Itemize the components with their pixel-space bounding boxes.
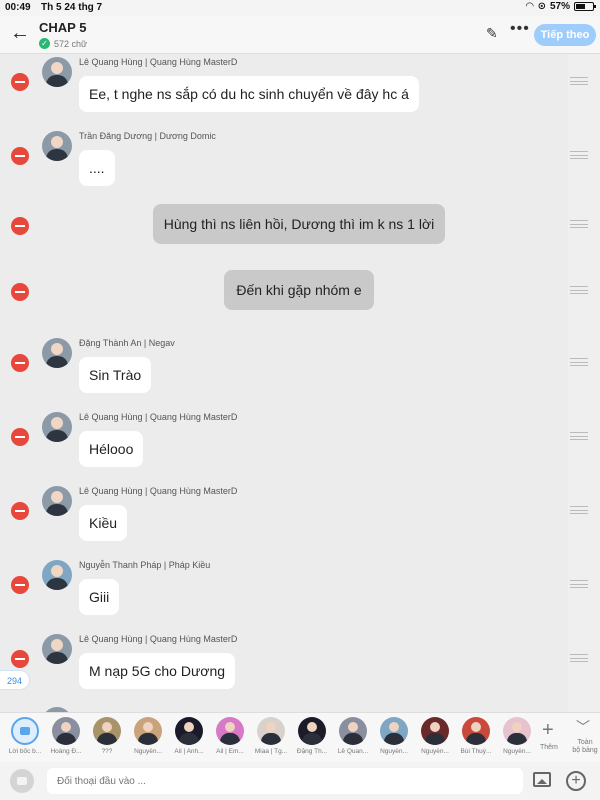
count-badge[interactable]: 294 bbox=[0, 670, 30, 690]
message-bubble[interactable]: Kiều bbox=[79, 505, 128, 541]
delete-icon[interactable] bbox=[11, 147, 29, 165]
character-item[interactable]: Nguyễn... bbox=[416, 717, 454, 755]
avatar[interactable] bbox=[42, 57, 72, 87]
delete-icon[interactable] bbox=[11, 428, 29, 446]
character-item[interactable]: Hoàng Đ... bbox=[47, 717, 85, 755]
character-name: Lê Quang Hùng | Quang Hùng MasterD bbox=[79, 57, 238, 67]
orientation-lock-icon: ⊙ bbox=[537, 1, 546, 12]
character-name: Đặng Thành An | Negav bbox=[79, 338, 175, 348]
character-item[interactable]: Lê Quan... bbox=[334, 717, 372, 755]
add-circle-icon[interactable]: + bbox=[566, 771, 586, 791]
all-characters-label[interactable]: Toàn bộ bảng bbox=[570, 739, 600, 755]
input-bar: + bbox=[0, 762, 600, 800]
wifi-icon: ◠ bbox=[525, 1, 534, 12]
character-narrator[interactable]: Lời bốc b... bbox=[6, 717, 44, 755]
chevron-down-icon[interactable]: ﹀ bbox=[576, 717, 590, 737]
battery-percent: 57% bbox=[549, 1, 570, 12]
character-bar: Lời bốc b... Hoàng Đ... ??? Nguyễn... Ai… bbox=[0, 712, 600, 762]
drag-handle-icon[interactable] bbox=[570, 286, 588, 294]
word-count-text: 572 chữ bbox=[54, 38, 88, 49]
character-name: Lê Quang Hùng | Quang Hùng MasterD bbox=[79, 634, 238, 644]
drag-handle-icon[interactable] bbox=[570, 654, 588, 662]
more-options-icon[interactable]: ••• bbox=[510, 20, 530, 38]
narration-bubble[interactable]: Đến khi gặp nhóm e bbox=[224, 270, 374, 310]
drag-handle-icon[interactable] bbox=[570, 220, 588, 228]
message-bubble[interactable]: Sin Trào bbox=[79, 357, 152, 393]
avatar[interactable] bbox=[42, 634, 72, 664]
character-name: Nguyễn Thanh Pháp | Pháp Kiều bbox=[79, 560, 211, 570]
drag-handle-icon[interactable] bbox=[570, 432, 588, 440]
battery-icon bbox=[574, 2, 596, 11]
delete-icon[interactable] bbox=[11, 576, 29, 594]
character-item[interactable]: Đặng Th... bbox=[293, 717, 331, 755]
add-character-icon[interactable]: + bbox=[542, 719, 554, 742]
word-count: ✓ 572 chữ bbox=[39, 38, 87, 49]
character-name: Trần Đăng Dương | Dương Domic bbox=[79, 131, 216, 141]
avatar[interactable] bbox=[42, 131, 72, 161]
dialogue-input[interactable] bbox=[47, 768, 523, 794]
avatar[interactable] bbox=[42, 412, 72, 442]
character-name: Lê Quang Hùng | Quang Hùng MasterD bbox=[79, 412, 238, 422]
chat-bubble-icon[interactable] bbox=[10, 769, 34, 793]
drag-handle-icon[interactable] bbox=[570, 506, 588, 514]
drag-handle-icon[interactable] bbox=[570, 358, 588, 366]
message-bubble[interactable]: .... bbox=[79, 150, 115, 186]
message-bubble[interactable]: Ee, t nghe ns sắp có du hc sinh chuyển v… bbox=[79, 76, 419, 112]
all-label-line1: Toàn bbox=[577, 739, 593, 746]
delete-icon[interactable] bbox=[11, 650, 29, 668]
all-label-line2: bộ bảng bbox=[572, 747, 598, 754]
check-icon: ✓ bbox=[39, 38, 50, 49]
edit-pen-icon[interactable]: ✎ bbox=[486, 25, 498, 42]
drag-handle-icon[interactable] bbox=[570, 580, 588, 588]
character-item[interactable]: Nguyễn... bbox=[129, 717, 167, 755]
character-item[interactable]: Ail | Em... bbox=[211, 717, 249, 755]
message-bubble[interactable]: Hélooo bbox=[79, 431, 144, 467]
status-bar: 00:49 Th 5 24 thg 7 ◠ ⊙ 57% bbox=[0, 0, 600, 16]
message-bubble[interactable]: M nạp 5G cho Dương bbox=[79, 653, 236, 689]
avatar[interactable] bbox=[42, 338, 72, 368]
narration-bubble[interactable]: Hùng thì ns liên hồi, Dương thì im k ns … bbox=[153, 204, 445, 244]
status-time: 00:49 bbox=[5, 2, 31, 13]
character-item[interactable]: Bùi Thuỳ... bbox=[457, 717, 495, 755]
drag-handle-icon[interactable] bbox=[570, 77, 588, 85]
delete-icon[interactable] bbox=[11, 502, 29, 520]
delete-icon[interactable] bbox=[11, 73, 29, 91]
message-list[interactable]: Lê Quang Hùng | Quang Hùng MasterD Ee, t… bbox=[0, 55, 600, 712]
character-item[interactable]: Miaa | Tg... bbox=[252, 717, 290, 755]
avatar[interactable] bbox=[42, 486, 72, 516]
status-date: Th 5 24 thg 7 bbox=[41, 2, 103, 13]
delete-icon[interactable] bbox=[11, 217, 29, 235]
character-name: Lê Quang Hùng | Quang Hùng MasterD bbox=[79, 486, 238, 496]
back-arrow-icon[interactable]: ← bbox=[10, 22, 32, 44]
character-item[interactable]: Ail | Anh... bbox=[170, 717, 208, 755]
avatar[interactable] bbox=[42, 560, 72, 590]
drag-handle-icon[interactable] bbox=[570, 151, 588, 159]
status-right: ◠ ⊙ 57% bbox=[525, 1, 596, 12]
top-header: ← CHAP 5 ✓ 572 chữ ✎ ••• Tiếp theo bbox=[0, 16, 600, 54]
character-item[interactable]: Nguyễn... bbox=[375, 717, 413, 755]
character-item[interactable]: ??? bbox=[88, 717, 126, 755]
next-button[interactable]: Tiếp theo bbox=[534, 24, 596, 46]
message-bubble[interactable]: Giii bbox=[79, 579, 120, 615]
add-character-label: Thêm bbox=[540, 744, 558, 751]
chapter-title: CHAP 5 bbox=[39, 20, 87, 35]
image-icon[interactable] bbox=[533, 772, 551, 787]
battery-fill bbox=[576, 4, 586, 9]
character-item[interactable]: Nguyễn... bbox=[498, 717, 536, 755]
delete-icon[interactable] bbox=[11, 283, 29, 301]
delete-icon[interactable] bbox=[11, 354, 29, 372]
